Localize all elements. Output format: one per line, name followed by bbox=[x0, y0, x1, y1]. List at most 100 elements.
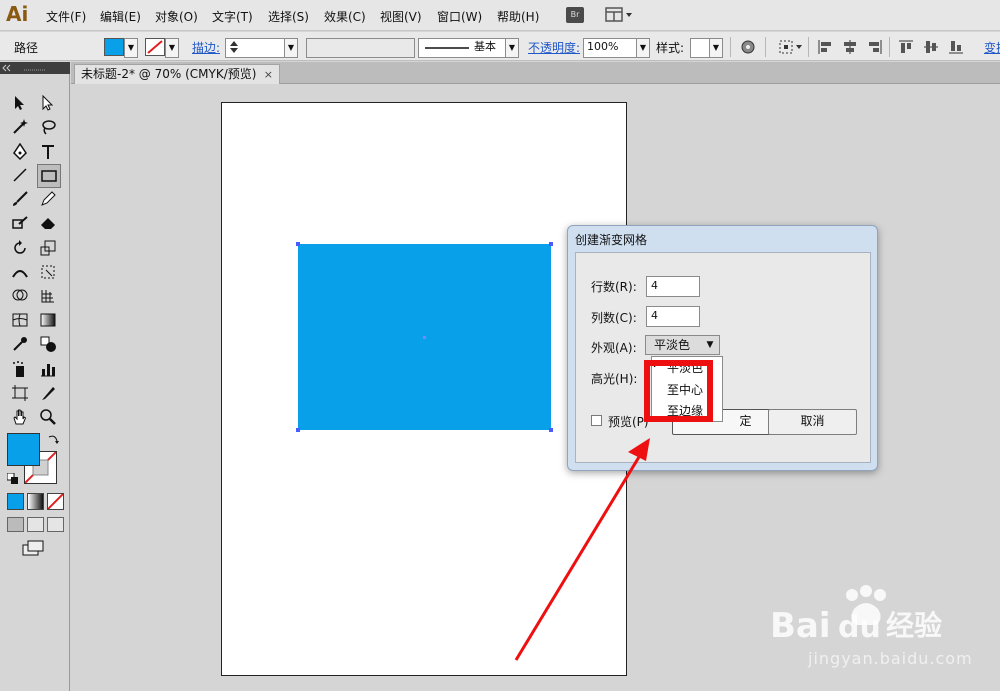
artboard-tool[interactable] bbox=[9, 382, 31, 404]
align-bottom-icon[interactable] bbox=[948, 39, 964, 55]
close-tab-icon[interactable]: × bbox=[264, 65, 273, 84]
separator bbox=[765, 37, 766, 57]
selection-handle[interactable] bbox=[296, 428, 300, 432]
selection-tool[interactable] bbox=[9, 92, 31, 114]
draw-behind-button[interactable] bbox=[27, 517, 44, 532]
scale-icon bbox=[40, 240, 56, 256]
paintbrush-tool[interactable] bbox=[9, 188, 31, 210]
column-graph-tool[interactable] bbox=[37, 358, 59, 380]
line-segment-tool[interactable] bbox=[9, 164, 31, 186]
fill-color-swatch[interactable] bbox=[7, 433, 40, 466]
align-right-icon[interactable] bbox=[867, 39, 883, 55]
shape-builder-tool[interactable] bbox=[9, 285, 31, 307]
align-vertical-center-icon[interactable] bbox=[923, 39, 939, 55]
zoom-tool[interactable] bbox=[37, 406, 59, 428]
draw-normal-button[interactable] bbox=[7, 517, 24, 532]
opacity-dropdown[interactable]: ▼ bbox=[636, 38, 650, 58]
align-left-icon[interactable] bbox=[817, 39, 833, 55]
align-horizontal-center-icon[interactable] bbox=[842, 39, 858, 55]
menu-window[interactable]: 窗口(W) bbox=[437, 8, 482, 25]
eyedropper-tool[interactable] bbox=[9, 333, 31, 355]
rotate-icon bbox=[14, 240, 26, 254]
magnifier-icon bbox=[40, 409, 56, 425]
perspective-grid-tool[interactable] bbox=[37, 285, 59, 307]
direct-selection-tool[interactable] bbox=[37, 92, 59, 114]
tools-panel-header[interactable] bbox=[0, 62, 70, 74]
mesh-tool[interactable] bbox=[9, 309, 31, 331]
paintbrush-icon bbox=[13, 191, 28, 206]
brush-profile-dropdown[interactable]: ▼ bbox=[505, 38, 519, 58]
slice-tool[interactable] bbox=[37, 382, 59, 404]
menu-help[interactable]: 帮助(H) bbox=[497, 8, 539, 25]
transform-link[interactable]: 变换 bbox=[984, 39, 1000, 56]
rows-input[interactable]: 4 bbox=[646, 276, 700, 297]
document-tab[interactable]: 未标题-2* @ 70% (CMYK/预览) × bbox=[74, 64, 280, 84]
menu-file[interactable]: 文件(F) bbox=[46, 8, 86, 25]
selection-handle[interactable] bbox=[549, 428, 553, 432]
bridge-button[interactable]: Br bbox=[566, 7, 584, 23]
gradient-tool[interactable] bbox=[37, 309, 59, 331]
stroke-weight-field[interactable] bbox=[225, 38, 288, 58]
cancel-button[interactable]: 取消 bbox=[768, 409, 857, 435]
stroke-label[interactable]: 描边: bbox=[192, 39, 220, 56]
blend-tool[interactable] bbox=[37, 333, 59, 355]
arrange-documents-button[interactable] bbox=[605, 7, 633, 23]
rows-label: 行数(R): bbox=[591, 280, 637, 294]
menu-object[interactable]: 对象(O) bbox=[155, 8, 198, 25]
hand-tool[interactable] bbox=[9, 406, 31, 428]
baidu-watermark-logo: Bai du 经验 bbox=[768, 585, 978, 646]
selection-handle[interactable] bbox=[296, 242, 300, 246]
scale-tool[interactable] bbox=[37, 237, 59, 259]
brush-profile-field[interactable]: 基本 bbox=[418, 38, 509, 58]
stepper-icon bbox=[230, 41, 238, 53]
align-top-icon[interactable] bbox=[898, 39, 914, 55]
recolor-artwork-icon[interactable] bbox=[740, 39, 756, 55]
appearance-selected-value: 平淡色 bbox=[654, 338, 691, 352]
pencil-tool[interactable] bbox=[37, 188, 59, 210]
width-tool[interactable] bbox=[9, 261, 31, 283]
eraser-icon bbox=[41, 218, 55, 229]
menu-type[interactable]: 文字(T) bbox=[212, 8, 253, 25]
chevron-down-icon[interactable]: ▼ bbox=[702, 337, 718, 353]
menu-effect[interactable]: 效果(C) bbox=[324, 8, 366, 25]
separator bbox=[730, 37, 731, 57]
style-label: 样式: bbox=[656, 41, 685, 55]
menu-view[interactable]: 视图(V) bbox=[380, 8, 422, 25]
gradient-mode-button[interactable] bbox=[27, 493, 44, 510]
preview-checkbox[interactable] bbox=[591, 415, 602, 426]
stroke-weight-dropdown[interactable]: ▼ bbox=[284, 38, 298, 58]
default-colors-icon[interactable] bbox=[6, 472, 19, 485]
draw-inside-button[interactable] bbox=[47, 517, 64, 532]
style-dropdown[interactable]: ▼ bbox=[709, 38, 723, 58]
stroke-dropdown-arrow[interactable]: ▼ bbox=[165, 38, 179, 58]
variable-width-field[interactable] bbox=[306, 38, 415, 58]
color-mode-button[interactable] bbox=[7, 493, 24, 510]
fill-swatch[interactable] bbox=[104, 38, 124, 56]
align-to-selection-icon[interactable] bbox=[778, 39, 804, 55]
opacity-label[interactable]: 不透明度: bbox=[528, 39, 580, 56]
line-icon bbox=[13, 168, 27, 182]
screen-mode-icon[interactable] bbox=[22, 540, 46, 556]
free-transform-tool[interactable] bbox=[37, 261, 59, 283]
hollow-arrow-icon bbox=[42, 94, 54, 111]
type-tool[interactable] bbox=[37, 141, 59, 163]
menu-edit[interactable]: 编辑(E) bbox=[100, 8, 141, 25]
symbol-sprayer-tool[interactable] bbox=[9, 358, 31, 380]
fill-dropdown-arrow[interactable]: ▼ bbox=[124, 38, 138, 58]
lasso-tool[interactable] bbox=[37, 116, 59, 138]
pen-tool[interactable] bbox=[9, 141, 31, 163]
preview-label: 预览(P) bbox=[608, 415, 649, 429]
menu-select[interactable]: 选择(S) bbox=[268, 8, 309, 25]
none-mode-button[interactable] bbox=[47, 493, 64, 510]
eraser-tool[interactable] bbox=[37, 212, 59, 234]
rectangle-tool[interactable] bbox=[37, 164, 61, 188]
rotate-tool[interactable] bbox=[9, 237, 31, 259]
stroke-swatch[interactable] bbox=[145, 38, 165, 56]
blob-brush-tool[interactable] bbox=[9, 212, 31, 234]
opacity-field[interactable]: 100% bbox=[583, 38, 640, 58]
columns-input[interactable]: 4 bbox=[646, 306, 700, 327]
swap-fill-stroke-icon[interactable] bbox=[47, 433, 59, 445]
selection-handle[interactable] bbox=[549, 242, 553, 246]
magic-wand-tool[interactable] bbox=[9, 116, 31, 138]
free-transform-icon bbox=[41, 265, 55, 279]
